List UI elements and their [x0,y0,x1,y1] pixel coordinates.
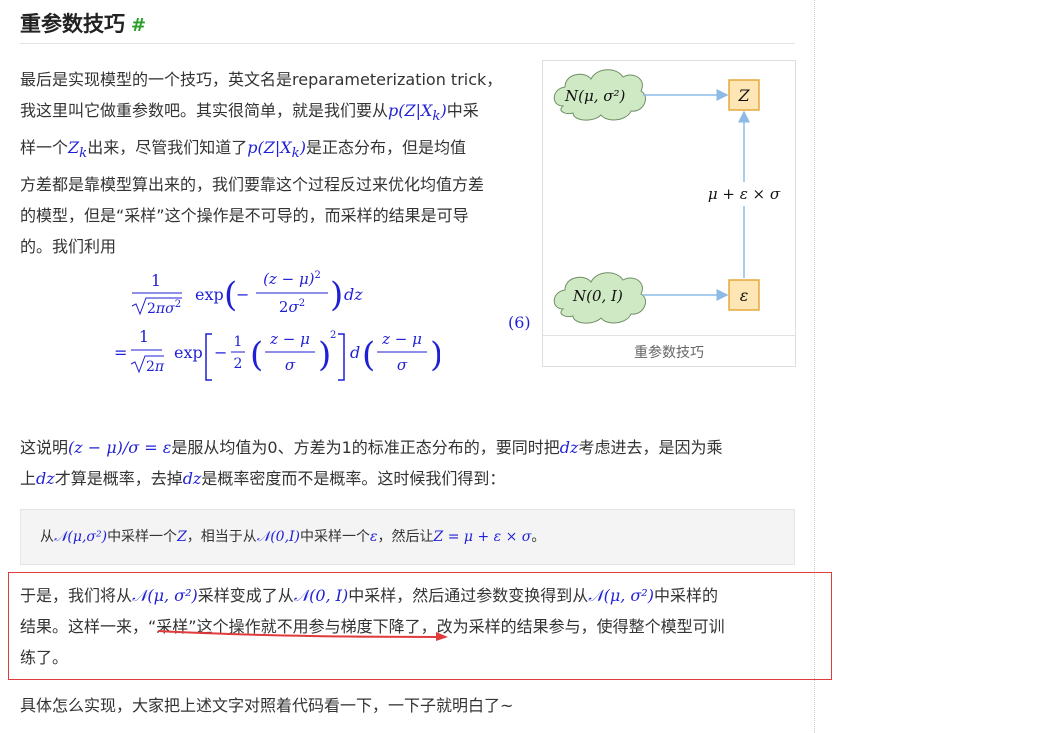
svg-text:(: ( [362,335,375,375]
node-z-label: Z [737,86,750,105]
intro-text: 最后是实现模型的一个技巧，英文名是reparameterization tric… [20,70,503,89]
explanation-paragraph: 这说明(z − μ)/σ = ε是服从均值为0、方差为1的标准正态分布的，要同时… [20,438,723,488]
svg-text:): ) [430,335,440,375]
svg-text:−: − [214,343,227,362]
svg-text:z − μ: z − μ [381,330,422,348]
math-inline: 𝒩(μ, σ²) [588,586,654,605]
figure-caption: 重参数技巧 [634,345,704,361]
reparameterization-figure: N(μ, σ²) N(0, I) Z ε μ + ε × σ 重参数技巧 [542,60,796,367]
math-inline: 𝒩(0, I) [293,586,349,605]
svg-text:exp: exp [174,343,203,362]
math-inline: 𝒩(μ, σ²) [132,586,198,605]
red-underline-arrow [157,630,448,641]
svg-text:σ: σ [285,356,296,374]
svg-text:(: ( [250,335,263,375]
intro-text: 中采 [446,101,479,120]
svg-text:z − μ: z − μ [269,330,310,348]
math-inline: p(Z|Xk) [388,101,447,125]
intro-text: 出来，尽管我们知道了 [87,138,248,158]
math-inline: Z = μ + ε × σ [433,529,532,545]
svg-text:2: 2 [330,330,336,341]
svg-text:): ) [330,275,343,315]
summary-blockquote: 从𝒩(μ,σ²)中采样一个Z，相当于从𝒩(0,I)中采样一个ε，然后让Z = μ… [20,509,795,565]
svg-text:1: 1 [139,327,149,346]
math-inline: 𝒩(μ,σ²) [54,529,108,545]
intro-text: 方差都是靠模型算出来的，我们要靠这个过程反过来优化均值方差 [20,175,485,195]
svg-text:1: 1 [234,334,243,350]
svg-text:): ) [318,335,331,375]
svg-text:2: 2 [234,356,243,372]
math-inline: dz [36,469,55,488]
svg-text:2π: 2π [146,359,165,375]
closing-paragraph: 具体怎么实现，大家把上述文字对照着代码看一下，一下子就明白了~ [20,696,514,715]
intro-text: 的模型，但是“采样”这个操作是不可导的，而采样的结果是可导 [20,206,469,226]
svg-text:2σ2: 2σ2 [279,298,305,316]
display-equation: 1 2πσ2 exp ( − (z − μ)2 2σ2 ) dz = 1 2π … [114,270,440,381]
edge-transform-label: μ + ε × σ [708,185,781,203]
equation-number: (6) [508,313,531,332]
reparameterization-diagram: N(μ, σ²) N(0, I) Z ε μ + ε × σ [553,69,787,324]
cloud-normal-0-i: N(0, I) [553,272,646,324]
svg-text:2πσ2: 2πσ2 [147,299,181,317]
intro-text: 样一个 [20,138,69,158]
svg-text:d: d [350,343,360,362]
svg-text:−: − [236,285,249,304]
cloud-bottom-label: N(0, I) [572,287,623,305]
blockquote-text: 从𝒩(μ,σ²)中采样一个Z，相当于从𝒩(0,I)中采样一个ε，然后让Z = μ… [40,529,546,545]
svg-text:exp: exp [195,285,224,304]
intro-paragraph: 最后是实现模型的一个技巧，英文名是reparameterization tric… [20,64,532,262]
svg-text:(z − μ)2: (z − μ)2 [263,270,321,288]
intro-text: 的。我们利用 [20,237,117,257]
math-inline: ε [370,529,378,545]
heading-divider [20,43,795,44]
math-inline: dz [559,438,579,457]
math-inline: Z [177,529,187,545]
intro-text: 是正态分布，但是均值 [305,138,466,158]
svg-text:dz: dz [344,285,363,304]
cloud-normal-mu-sigma: N(μ, σ²) [553,69,646,121]
svg-text:σ: σ [397,356,408,374]
section-anchor-link[interactable]: # [131,15,146,36]
cloud-top-label: N(μ, σ²) [564,87,626,105]
math-inline: 𝒩(0,I) [256,529,301,545]
intro-text: 我这里叫它做重参数吧。其实很简单，就是我们要从 [20,101,389,120]
svg-text:1: 1 [151,271,161,290]
section-heading: 重参数技巧 # [20,10,146,40]
node-epsilon-label: ε [740,286,749,305]
svg-text:=: = [114,343,127,362]
math-inline: (z − μ)/σ = ε [68,438,172,457]
section-title: 重参数技巧 [20,12,125,36]
math-inline: dz [182,469,202,488]
math-inline: p(Z|Xk) [247,138,306,162]
math-inline: Zk [68,138,88,162]
figure-caption-divider [543,335,795,336]
